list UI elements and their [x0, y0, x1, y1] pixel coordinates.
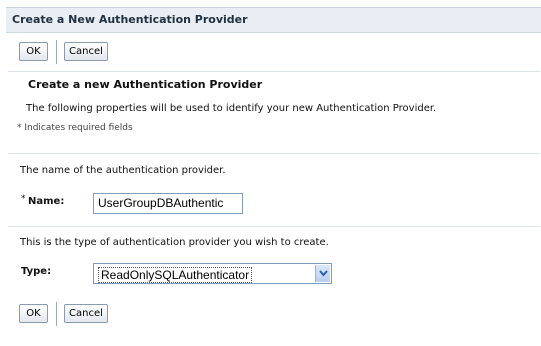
cancel-button-bottom[interactable]: Cancel — [64, 304, 108, 323]
page-title: Create a New Authentication Provider — [12, 13, 248, 26]
type-select[interactable]: ReadOnlySQLAuthenticator — [93, 263, 332, 284]
type-select-value: ReadOnlySQLAuthenticator — [98, 267, 253, 283]
divider — [8, 153, 540, 154]
required-marker: * — [21, 194, 26, 204]
ok-button-bottom[interactable]: OK — [19, 304, 48, 323]
required-fields-note: * Indicates required fields — [17, 123, 133, 133]
toolbar-separator-top — [56, 40, 57, 64]
name-input[interactable]: UserGroupDBAuthentic — [93, 193, 243, 214]
divider — [8, 226, 540, 227]
divider — [8, 71, 540, 72]
name-description: The name of the authentication provider. — [20, 165, 226, 176]
toolbar-separator-bottom — [56, 302, 57, 326]
section-title: Create a new Authentication Provider — [28, 78, 263, 91]
ok-button-top[interactable]: OK — [19, 42, 48, 61]
section-description: The following properties will be used to… — [26, 103, 437, 114]
name-label: Name: — [28, 196, 65, 207]
chevron-down-icon[interactable] — [315, 265, 330, 282]
type-description: This is the type of authentication provi… — [20, 237, 329, 248]
type-label: Type: — [21, 266, 52, 277]
panel-header: Create a New Authentication Provider — [6, 7, 541, 33]
cancel-button-top[interactable]: Cancel — [64, 42, 108, 61]
create-authentication-provider-panel: Create a New Authentication Provider OK … — [0, 0, 541, 346]
